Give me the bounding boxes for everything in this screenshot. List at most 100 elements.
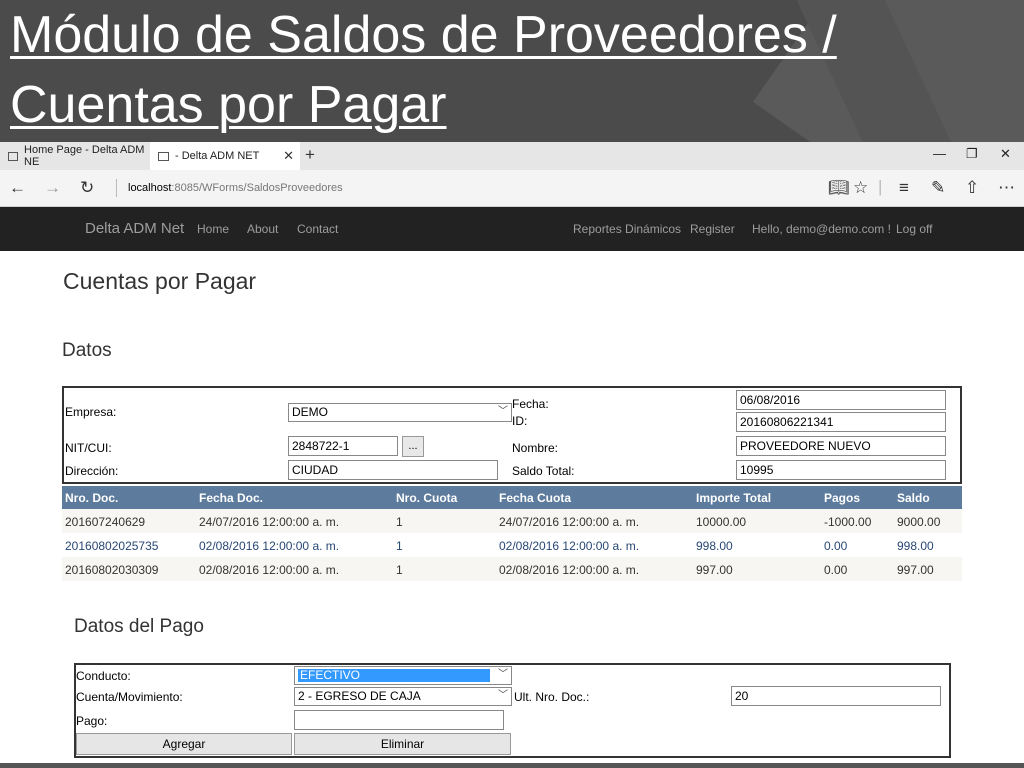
browser-tab-bar: Home Page - Delta ADM NE - Delta ADM NET… xyxy=(0,142,1024,170)
nombre-label: Nombre: xyxy=(512,441,559,455)
nav-link-logoff[interactable]: Log off xyxy=(896,222,932,236)
conducto-select[interactable]: EFECTIVO ﹀ xyxy=(294,666,512,685)
column-header[interactable]: Importe Total xyxy=(696,491,771,505)
column-header[interactable]: Pagos xyxy=(824,491,860,505)
brand-link[interactable]: Delta ADM Net xyxy=(85,220,184,237)
table-cell: 0.00 xyxy=(824,563,848,577)
url-field[interactable]: localhost:8085/WForms/SaldosProveedores xyxy=(128,182,343,194)
column-header[interactable]: Fecha Cuota xyxy=(499,491,571,505)
bottom-bar xyxy=(0,763,1024,768)
id-input[interactable]: 20160806221341 xyxy=(736,412,946,432)
table-row[interactable]: 20160802030309 02/08/2016 12:00:00 a. m.… xyxy=(62,557,962,581)
share-icon[interactable]: ⇧ xyxy=(965,178,979,198)
more-icon[interactable]: ⋯ xyxy=(998,178,1015,198)
browser-tab-home[interactable]: Home Page - Delta ADM NE xyxy=(0,142,148,170)
table-cell: 1 xyxy=(396,515,403,529)
table-cell: 1 xyxy=(396,539,403,553)
ult-nro-doc-input[interactable]: 20 xyxy=(731,686,941,706)
back-icon[interactable]: ← xyxy=(9,178,26,198)
nav-link-home[interactable]: Home xyxy=(197,222,229,236)
cuenta-label: Cuenta/Movimiento: xyxy=(76,690,183,704)
nombre-input[interactable]: PROVEEDORE NUEVO xyxy=(736,436,946,456)
column-header[interactable]: Fecha Doc. xyxy=(199,491,263,505)
section-title-datos: Datos xyxy=(62,340,112,361)
tab-label: Home Page - Delta ADM NE xyxy=(24,144,145,168)
table-cell: 02/08/2016 12:00:00 a. m. xyxy=(199,563,340,577)
ult-nro-doc-label: Ult. Nro. Doc.: xyxy=(514,690,590,704)
table-cell: 10000.00 xyxy=(696,515,747,529)
slide-title: Módulo de Saldos de Proveedores / Cuenta… xyxy=(10,0,837,140)
table-cell: 1 xyxy=(396,563,403,577)
direccion-label: Dirección: xyxy=(65,464,119,478)
nav-link-user[interactable]: Hello, demo@demo.com ! xyxy=(752,222,891,236)
pago-input[interactable] xyxy=(294,710,504,730)
nit-label: NIT/CUI: xyxy=(65,441,112,455)
eliminar-button[interactable]: Eliminar xyxy=(294,733,511,755)
cuentas-grid: Nro. Doc. Fecha Doc. Nro. Cuota Fecha Cu… xyxy=(62,486,962,581)
chevron-down-icon: ﹀ xyxy=(498,669,508,680)
table-cell: 9000.00 xyxy=(897,515,941,529)
nit-input[interactable]: 2848722-1 xyxy=(288,436,398,456)
table-cell: 0.00 xyxy=(824,539,848,553)
column-header[interactable]: Nro. Doc. xyxy=(65,491,118,505)
close-tab-icon[interactable]: ✕ xyxy=(283,148,294,164)
table-cell: 02/08/2016 12:00:00 a. m. xyxy=(199,539,340,553)
table-cell: -1000.00 xyxy=(824,515,872,529)
table-cell: 02/08/2016 12:00:00 a. m. xyxy=(499,563,640,577)
page-icon xyxy=(8,151,19,161)
slide-title-line1: Módulo de Saldos de Proveedores / xyxy=(10,6,837,64)
agregar-button[interactable]: Agregar xyxy=(76,733,292,755)
nav-link-about[interactable]: About xyxy=(247,222,278,236)
chevron-down-icon: ﹀ xyxy=(498,406,508,417)
favorite-star-icon[interactable]: ☆ xyxy=(853,178,868,198)
reading-view-icon[interactable]: 📖︎ xyxy=(828,178,850,198)
conducto-label: Conducto: xyxy=(76,669,131,683)
table-cell: 998.00 xyxy=(696,539,733,553)
forward-icon[interactable]: → xyxy=(44,178,61,198)
pago-label: Pago: xyxy=(76,714,108,728)
saldo-total-label: Saldo Total: xyxy=(512,464,575,478)
table-row[interactable]: 20160802025735 02/08/2016 12:00:00 a. m.… xyxy=(62,533,962,557)
slide-title-line2: Cuentas por Pagar xyxy=(10,76,447,134)
empresa-select[interactable]: DEMO ﹀ xyxy=(288,403,512,422)
conducto-value: EFECTIVO xyxy=(298,669,490,682)
new-tab-icon[interactable]: + xyxy=(305,145,315,165)
slide-header: Módulo de Saldos de Proveedores / Cuenta… xyxy=(0,0,1024,142)
grid-header-row: Nro. Doc. Fecha Doc. Nro. Cuota Fecha Cu… xyxy=(62,486,962,509)
table-cell: 20160802025735 xyxy=(65,539,159,553)
page-icon xyxy=(158,151,169,161)
address-bar: ← → ↻ localhost:8085/WForms/SaldosProvee… xyxy=(0,170,1024,207)
cuenta-select[interactable]: 2 - EGRESO DE CAJA ﹀ xyxy=(294,687,512,706)
id-label: ID: xyxy=(512,414,528,428)
nav-link-register[interactable]: Register xyxy=(690,222,735,236)
saldo-total-input[interactable]: 10995 xyxy=(736,460,946,480)
column-header[interactable]: Saldo xyxy=(897,491,930,505)
table-row[interactable]: 201607240629 24/07/2016 12:00:00 a. m. 1… xyxy=(62,509,962,533)
site-navbar: Delta ADM Net Home About Contact Reporte… xyxy=(0,207,1024,251)
fecha-label: Fecha: xyxy=(512,397,549,411)
browser-tab-active[interactable]: - Delta ADM NET ✕ xyxy=(150,142,300,170)
direccion-input[interactable]: CIUDAD xyxy=(288,460,498,480)
section-title-pago: Datos del Pago xyxy=(74,616,204,637)
separator xyxy=(116,179,117,197)
restore-icon[interactable]: ❐ xyxy=(966,146,978,162)
table-cell: 997.00 xyxy=(897,563,934,577)
minimize-icon[interactable]: — xyxy=(933,146,946,161)
close-window-icon[interactable]: ✕ xyxy=(1000,146,1011,162)
column-header[interactable]: Nro. Cuota xyxy=(396,491,457,505)
nav-link-reportes[interactable]: Reportes Dinámicos xyxy=(573,222,681,236)
table-cell: 997.00 xyxy=(696,563,733,577)
hub-icon[interactable]: ≡ xyxy=(899,178,909,198)
fecha-input[interactable]: 06/08/2016 xyxy=(736,390,946,410)
refresh-icon[interactable]: ↻ xyxy=(80,178,94,198)
search-proveedor-button[interactable]: ... xyxy=(402,436,424,457)
page-title: Cuentas por Pagar xyxy=(63,268,257,294)
url-host: localhost xyxy=(128,182,172,194)
empresa-value: DEMO xyxy=(292,405,328,419)
chevron-down-icon: ﹀ xyxy=(498,690,508,701)
cuenta-value: 2 - EGRESO DE CAJA xyxy=(298,689,421,703)
nav-link-contact[interactable]: Contact xyxy=(297,222,338,236)
web-note-icon[interactable]: ✎ xyxy=(931,178,945,198)
table-cell: 20160802030309 xyxy=(65,563,159,577)
table-cell: 02/08/2016 12:00:00 a. m. xyxy=(499,539,640,553)
